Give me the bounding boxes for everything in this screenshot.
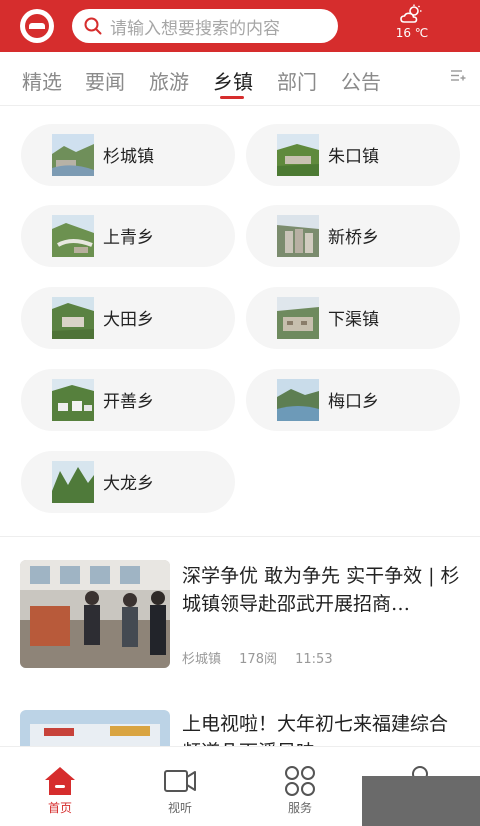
town-name: 下渠镇 — [328, 310, 379, 330]
nav-services[interactable]: 服务 — [240, 747, 360, 826]
nav-label: 视听 — [167, 801, 192, 815]
active-tab-indicator — [220, 96, 244, 99]
watermark-overlay — [362, 776, 480, 826]
town-item[interactable]: 大龙乡 — [21, 451, 235, 513]
nav-label: 首页 — [47, 801, 72, 815]
news-meta: 杉城镇 178阅 11:53 — [182, 648, 347, 667]
town-thumbnail — [52, 379, 94, 421]
town-name: 上青乡 — [103, 228, 154, 248]
home-icon — [45, 767, 75, 795]
town-item[interactable]: 上青乡 — [21, 205, 235, 267]
search-bar[interactable]: 请输入想要搜索的内容 — [72, 9, 338, 43]
town-item[interactable]: 梅口乡 — [246, 369, 460, 431]
town-item[interactable]: 朱口镇 — [246, 124, 460, 186]
town-name: 新桥乡 — [328, 228, 379, 248]
town-thumbnail — [277, 297, 319, 339]
partly-cloudy-icon — [400, 4, 422, 23]
nav-label: 服务 — [287, 801, 312, 815]
town-name: 梅口乡 — [328, 392, 379, 412]
weather-widget[interactable]: 16 ℃ — [384, 4, 440, 48]
town-item[interactable]: 开善乡 — [21, 369, 235, 431]
town-item[interactable]: 大田乡 — [21, 287, 235, 349]
town-name: 朱口镇 — [328, 147, 379, 167]
grid-icon — [285, 766, 315, 796]
town-thumbnail — [277, 215, 319, 257]
nav-home[interactable]: 首页 — [0, 747, 120, 826]
search-icon — [84, 17, 102, 35]
town-item[interactable]: 新桥乡 — [246, 205, 460, 267]
town-name: 大龙乡 — [103, 474, 154, 494]
temperature-text: 16 ℃ — [395, 26, 429, 40]
search-placeholder: 请输入想要搜索的内容 — [110, 18, 280, 39]
tab-bumen[interactable]: 部门 — [277, 66, 317, 95]
town-thumbnail — [52, 461, 94, 503]
top-bar: 请输入想要搜索的内容 16 ℃ — [0, 0, 480, 52]
app-logo-icon[interactable] — [20, 9, 54, 43]
tab-lvyou[interactable]: 旅游 — [149, 66, 189, 95]
tab-gonggao[interactable]: 公告 — [341, 66, 381, 95]
tab-jingxuan[interactable]: 精选 — [22, 66, 62, 95]
channel-menu-icon[interactable] — [450, 68, 466, 84]
news-title[interactable]: 深学争优 敢为争先 实干争效 | 杉城镇领导赴邵武开展招商… — [182, 562, 462, 618]
news-title[interactable]: 上电视啦！大年初七来福建综合频道几下溪风味… — [182, 710, 462, 746]
town-name: 大田乡 — [103, 310, 154, 330]
news-image[interactable] — [20, 710, 170, 746]
section-divider — [0, 536, 480, 537]
news-source: 杉城镇 — [182, 652, 222, 667]
town-item[interactable]: 下渠镇 — [246, 287, 460, 349]
tab-yaowen[interactable]: 要闻 — [85, 66, 125, 95]
town-thumbnail — [277, 134, 319, 176]
news-time: 11:53 — [295, 652, 333, 667]
town-thumbnail — [277, 379, 319, 421]
town-name: 杉城镇 — [103, 147, 154, 167]
town-thumbnail — [52, 297, 94, 339]
town-thumbnail — [52, 215, 94, 257]
news-image[interactable] — [20, 560, 170, 668]
town-thumbnail — [52, 134, 94, 176]
town-name: 开善乡 — [103, 392, 154, 412]
tab-xiangzhen[interactable]: 乡镇 — [213, 66, 253, 95]
video-icon — [164, 770, 196, 792]
nav-video[interactable]: 视听 — [120, 747, 240, 826]
town-item[interactable]: 杉城镇 — [21, 124, 235, 186]
category-tabs: 精选 要闻 旅游 乡镇 部门 公告 — [0, 52, 480, 106]
news-reads: 178阅 — [239, 652, 277, 667]
